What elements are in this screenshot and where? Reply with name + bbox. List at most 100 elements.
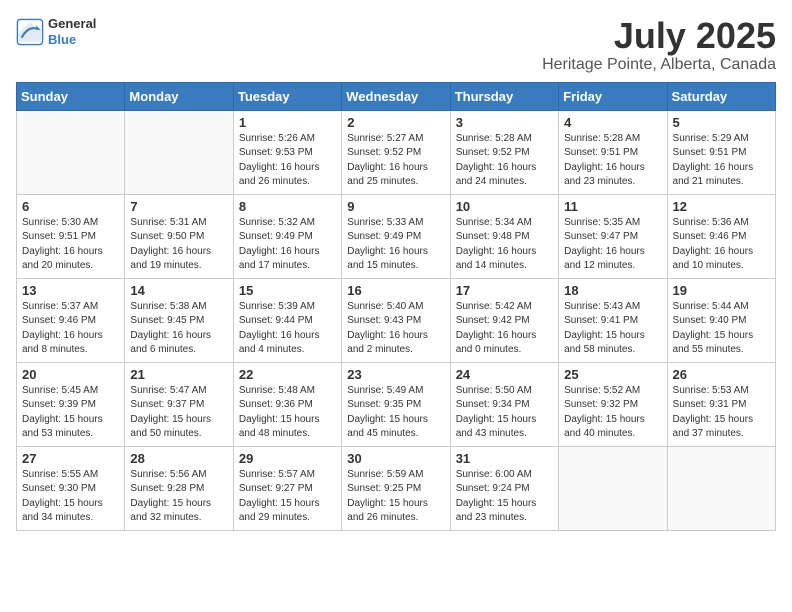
day-info: Sunrise: 5:27 AMSunset: 9:52 PMDaylight:… [347,132,444,190]
calendar-cell: 14 Sunrise: 5:38 AMSunset: 9:45 PMDayligh… [125,278,233,362]
day-info: Sunrise: 5:30 AMSunset: 9:51 PMDaylight:… [22,216,119,274]
day-info: Sunrise: 5:36 AMSunset: 9:46 PMDaylight:… [673,216,770,274]
day-number: 7 [130,199,227,214]
day-info: Sunrise: 5:28 AMSunset: 9:52 PMDaylight:… [456,132,553,190]
calendar-cell: 19Sunrise: 5:44 AMSunset: 9:40 PMDayligh… [667,278,775,362]
day-number: 25 [564,367,661,382]
day-number: 22 [239,367,336,382]
day-info: Sunrise: 5:49 AMSunset: 9:35 PMDaylight:… [347,384,444,442]
day-number: 29 [239,451,336,466]
weekday-header: Tuesday [233,82,341,110]
day-number: 23 [347,367,444,382]
day-number: 15 [239,283,336,298]
calendar-week-row: 27Sunrise: 5:55 AMSunset: 9:30 PMDayligh… [17,446,776,530]
day-info: Sunrise: 5:33 AMSunset: 9:49 PMDaylight:… [347,216,444,274]
day-number: 13 [22,283,119,298]
day-info: Sunrise: 5:40 AMSunset: 9:43 PMDaylight:… [347,300,444,358]
day-number: 26 [673,367,770,382]
day-info: Sunrise: 5:55 AMSunset: 9:30 PMDaylight:… [22,468,119,526]
weekday-header: Monday [125,82,233,110]
weekday-header: Wednesday [342,82,450,110]
day-number: 31 [456,451,553,466]
weekday-header: Sunday [17,82,125,110]
calendar-cell: 21 Sunrise: 5:47 AMSunset: 9:37 PMDayligh… [125,362,233,446]
calendar-table: SundayMondayTuesdayWednesdayThursdayFrid… [16,82,776,531]
title-section: July 2025 Heritage Pointe, Alberta, Cana… [542,16,776,74]
day-info: Sunrise: 5:37 AMSunset: 9:46 PMDaylight:… [22,300,119,358]
day-info: Sunrise: 5:56 AMSunset: 9:28 PMDaylight:… [130,468,227,526]
calendar-cell: 24Sunrise: 5:50 AMSunset: 9:34 PMDayligh… [450,362,558,446]
day-info: Sunrise: 6:00 AMSunset: 9:24 PMDaylight:… [456,468,553,526]
day-number: 20 [22,367,119,382]
day-info: Sunrise: 5:43 AMSunset: 9:41 PMDaylight:… [564,300,661,358]
day-number: 5 [673,115,770,130]
day-info: Sunrise: 5:53 AMSunset: 9:31 PMDaylight:… [673,384,770,442]
page-header: General Blue July 2025 Heritage Pointe, … [16,16,776,74]
calendar-week-row: 6 Sunrise: 5:30 AMSunset: 9:51 PMDaylight… [17,194,776,278]
calendar-week-row: 13 Sunrise: 5:37 AMSunset: 9:46 PMDayligh… [17,278,776,362]
day-number: 1 [239,115,336,130]
calendar-cell: 29 Sunrise: 5:57 AMSunset: 9:27 PMDayligh… [233,446,341,530]
day-number: 16 [347,283,444,298]
logo-line1: General [48,16,96,32]
calendar-cell: 18Sunrise: 5:43 AMSunset: 9:41 PMDayligh… [559,278,667,362]
weekday-header: Saturday [667,82,775,110]
day-info: Sunrise: 5:59 AMSunset: 9:25 PMDaylight:… [347,468,444,526]
calendar-cell: 8 Sunrise: 5:32 AMSunset: 9:49 PMDaylight… [233,194,341,278]
calendar-cell [559,446,667,530]
day-info: Sunrise: 5:38 AMSunset: 9:45 PMDaylight:… [130,300,227,358]
calendar-cell: 13 Sunrise: 5:37 AMSunset: 9:46 PMDayligh… [17,278,125,362]
calendar-header-row: SundayMondayTuesdayWednesdayThursdayFrid… [17,82,776,110]
calendar-cell: 10Sunrise: 5:34 AMSunset: 9:48 PMDayligh… [450,194,558,278]
calendar-cell: 25Sunrise: 5:52 AMSunset: 9:32 PMDayligh… [559,362,667,446]
calendar-cell: 28Sunrise: 5:56 AMSunset: 9:28 PMDayligh… [125,446,233,530]
day-number: 21 [130,367,227,382]
day-info: Sunrise: 5:29 AMSunset: 9:51 PMDaylight:… [673,132,770,190]
day-number: 4 [564,115,661,130]
day-number: 12 [673,199,770,214]
day-info: Sunrise: 5:28 AMSunset: 9:51 PMDaylight:… [564,132,661,190]
calendar-cell: 4 Sunrise: 5:28 AMSunset: 9:51 PMDaylight… [559,110,667,194]
day-number: 3 [456,115,553,130]
calendar-cell: 22 Sunrise: 5:48 AMSunset: 9:36 PMDayligh… [233,362,341,446]
day-info: Sunrise: 5:48 AMSunset: 9:36 PMDaylight:… [239,384,336,442]
day-number: 19 [673,283,770,298]
calendar-cell: 17Sunrise: 5:42 AMSunset: 9:42 PMDayligh… [450,278,558,362]
calendar-cell [17,110,125,194]
page-title: July 2025 [542,16,776,56]
day-info: Sunrise: 5:39 AMSunset: 9:44 PMDaylight:… [239,300,336,358]
calendar-cell: 9 Sunrise: 5:33 AMSunset: 9:49 PMDaylight… [342,194,450,278]
calendar-cell: 2 Sunrise: 5:27 AMSunset: 9:52 PMDaylight… [342,110,450,194]
calendar-cell: 1Sunrise: 5:26 AMSunset: 9:53 PMDaylight… [233,110,341,194]
calendar-week-row: 1Sunrise: 5:26 AMSunset: 9:53 PMDaylight… [17,110,776,194]
day-number: 6 [22,199,119,214]
weekday-header: Thursday [450,82,558,110]
day-number: 10 [456,199,553,214]
calendar-cell: 23 Sunrise: 5:49 AMSunset: 9:35 PMDayligh… [342,362,450,446]
day-number: 9 [347,199,444,214]
calendar-cell: 15 Sunrise: 5:39 AMSunset: 9:44 PMDayligh… [233,278,341,362]
day-info: Sunrise: 5:32 AMSunset: 9:49 PMDaylight:… [239,216,336,274]
calendar-cell: 27Sunrise: 5:55 AMSunset: 9:30 PMDayligh… [17,446,125,530]
day-number: 14 [130,283,227,298]
day-number: 2 [347,115,444,130]
day-number: 8 [239,199,336,214]
logo-text: General Blue [48,16,96,47]
logo-line2: Blue [48,32,96,48]
calendar-cell: 16 Sunrise: 5:40 AMSunset: 9:43 PMDayligh… [342,278,450,362]
day-info: Sunrise: 5:50 AMSunset: 9:34 PMDaylight:… [456,384,553,442]
calendar-cell: 20 Sunrise: 5:45 AMSunset: 9:39 PMDayligh… [17,362,125,446]
logo: General Blue [16,16,96,47]
day-info: Sunrise: 5:57 AMSunset: 9:27 PMDaylight:… [239,468,336,526]
day-info: Sunrise: 5:47 AMSunset: 9:37 PMDaylight:… [130,384,227,442]
calendar-cell: 7Sunrise: 5:31 AMSunset: 9:50 PMDaylight… [125,194,233,278]
day-number: 30 [347,451,444,466]
day-info: Sunrise: 5:45 AMSunset: 9:39 PMDaylight:… [22,384,119,442]
calendar-week-row: 20 Sunrise: 5:45 AMSunset: 9:39 PMDayligh… [17,362,776,446]
day-info: Sunrise: 5:42 AMSunset: 9:42 PMDaylight:… [456,300,553,358]
calendar-cell: 30 Sunrise: 5:59 AMSunset: 9:25 PMDayligh… [342,446,450,530]
calendar-cell [125,110,233,194]
calendar-cell: 11Sunrise: 5:35 AMSunset: 9:47 PMDayligh… [559,194,667,278]
calendar-cell: 5 Sunrise: 5:29 AMSunset: 9:51 PMDaylight… [667,110,775,194]
calendar-cell: 3 Sunrise: 5:28 AMSunset: 9:52 PMDaylight… [450,110,558,194]
